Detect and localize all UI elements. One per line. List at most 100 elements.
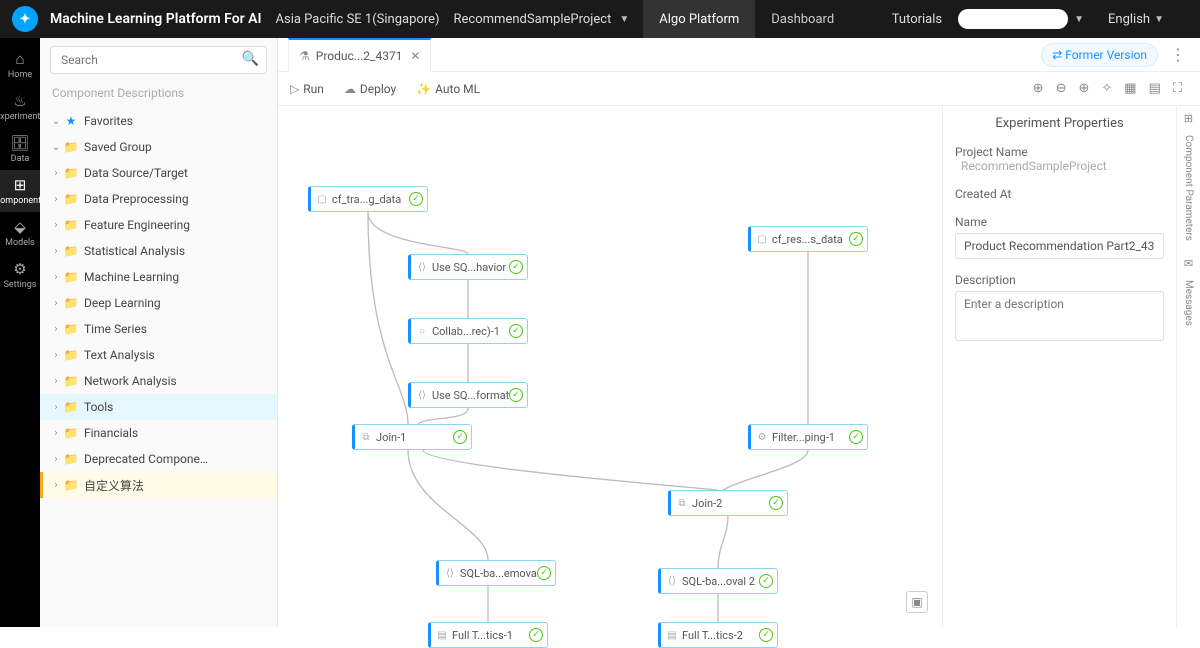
chevron-right-icon: › bbox=[50, 454, 62, 465]
rail-settings[interactable]: ⚙Settings bbox=[0, 254, 40, 296]
node-join-1[interactable]: ⧉Join-1✓ bbox=[352, 424, 472, 450]
workflow-canvas[interactable]: ▢cf_tra...g_data✓ ⟨⟩Use SQ...havior✓ ○Co… bbox=[278, 106, 942, 627]
more-icon[interactable]: ⋮ bbox=[1166, 45, 1190, 64]
experiment-tab[interactable]: ⚗ Produc...2_4371 ✕ bbox=[288, 38, 431, 72]
play-icon: ▷ bbox=[290, 82, 299, 96]
sidebar-item[interactable]: ›📁Network Analysis bbox=[40, 368, 277, 394]
name-input[interactable] bbox=[955, 233, 1164, 259]
chevron-right-icon: › bbox=[50, 402, 62, 413]
panel-title: Experiment Properties bbox=[955, 116, 1164, 131]
sidebar-item-label: Tools bbox=[84, 400, 113, 414]
node-sql-removal[interactable]: ⟨⟩SQL-ba...emoval✓ bbox=[436, 560, 556, 586]
folder-icon: 📁 bbox=[62, 166, 80, 180]
status-success-icon: ✓ bbox=[759, 574, 773, 588]
sparkle-icon[interactable]: ✧ bbox=[1101, 81, 1112, 96]
grid-icon[interactable]: ▤ bbox=[1149, 81, 1161, 96]
node-join-2[interactable]: ⧉Join-2✓ bbox=[668, 490, 788, 516]
sidebar-item-label: Deep Learning bbox=[84, 296, 161, 310]
created-at-label: Created At bbox=[955, 187, 1164, 201]
fullscreen-icon[interactable]: ⛶ bbox=[1173, 81, 1182, 96]
folder-icon: 📁 bbox=[62, 296, 80, 310]
sidebar-item[interactable]: ›📁Data Preprocessing bbox=[40, 186, 277, 212]
zoom-out-icon[interactable]: ⊖ bbox=[1056, 81, 1067, 96]
close-icon[interactable]: ✕ bbox=[410, 49, 420, 63]
sidebar-item[interactable]: ›📁 Deprecated Compone… bbox=[40, 446, 277, 472]
rail-home[interactable]: ⌂Home bbox=[0, 44, 40, 86]
chevron-right-icon: › bbox=[50, 194, 62, 205]
project-name-value: RecommendSampleProject bbox=[961, 159, 1107, 173]
nav-algo-platform[interactable]: Algo Platform bbox=[643, 0, 755, 38]
node-cf-training-data[interactable]: ▢cf_tra...g_data✓ bbox=[308, 186, 428, 212]
folder-icon: 📁 bbox=[62, 348, 80, 362]
database-icon: 🗄 bbox=[10, 134, 29, 152]
layout-icon[interactable]: ▦ bbox=[1124, 81, 1136, 96]
sidebar-item-label: Data Source/Target bbox=[84, 166, 188, 180]
params-icon: ⊞ bbox=[1184, 112, 1193, 125]
status-success-icon: ✓ bbox=[849, 430, 863, 444]
chevron-down-icon: ▼ bbox=[1074, 14, 1084, 25]
search-icon[interactable]: 🔍 bbox=[242, 51, 259, 67]
top-bar: ✦ Machine Learning Platform For AI Asia … bbox=[0, 0, 1200, 38]
node-collab-rec[interactable]: ○Collab...rec)-1✓ bbox=[408, 318, 528, 344]
sidebar-item-label: Deprecated Compone… bbox=[84, 452, 208, 466]
folder-icon: 📁 bbox=[62, 426, 80, 440]
zoom-in-icon[interactable]: ⊕ bbox=[1033, 81, 1044, 96]
swap-icon: ⇄ bbox=[1052, 48, 1065, 62]
node-sql-format[interactable]: ⟨⟩Use SQ...format✓ bbox=[408, 382, 528, 408]
sidebar-item[interactable]: ›📁Deep Learning bbox=[40, 290, 277, 316]
globe-icon[interactable]: ⊕ bbox=[1078, 81, 1089, 96]
status-success-icon: ✓ bbox=[509, 260, 523, 274]
language-selector[interactable]: English ▼ bbox=[1108, 12, 1178, 27]
sidebar-item[interactable]: ›📁Text Analysis bbox=[40, 342, 277, 368]
folder-icon: 📁 bbox=[62, 452, 80, 466]
tab-messages[interactable]: Messages bbox=[1183, 272, 1194, 334]
rail-components[interactable]: ⊞Components bbox=[0, 170, 40, 212]
rail-models[interactable]: ⬙Models bbox=[0, 212, 40, 254]
sql-icon: ⟨⟩ bbox=[665, 576, 679, 587]
status-success-icon: ✓ bbox=[529, 628, 543, 642]
former-version-button[interactable]: ⇄ Former Version bbox=[1041, 43, 1158, 67]
region-selector[interactable]: Asia Pacific SE 1(Singapore) bbox=[276, 12, 440, 27]
nav-tutorials[interactable]: Tutorials bbox=[892, 12, 942, 27]
component-sidebar: 🔍 Component Descriptions ⌄★Favorites⌄📁Sa… bbox=[40, 38, 278, 627]
rail-experiments[interactable]: ♨Experiments bbox=[0, 86, 40, 128]
node-sql-behavior[interactable]: ⟨⟩Use SQ...havior✓ bbox=[408, 254, 528, 280]
properties-panel: Experiment Properties Project Name Recom… bbox=[942, 106, 1176, 627]
stats-icon: ▤ bbox=[665, 630, 679, 641]
sidebar-item[interactable]: ›📁Financials bbox=[40, 420, 277, 446]
sidebar-item-label: Network Analysis bbox=[84, 374, 177, 388]
description-label: Description bbox=[955, 273, 1164, 287]
rail-data[interactable]: 🗄Data bbox=[0, 128, 40, 170]
search-input[interactable] bbox=[50, 46, 267, 74]
run-button[interactable]: ▷Run bbox=[290, 82, 324, 96]
user-menu[interactable] bbox=[958, 9, 1068, 29]
tab-component-parameters[interactable]: Component Parameters bbox=[1183, 127, 1194, 249]
sidebar-item-label: Favorites bbox=[84, 114, 133, 128]
project-selector[interactable]: RecommendSampleProject ▼ bbox=[454, 12, 644, 27]
sidebar-item[interactable]: ⌄📁Saved Group bbox=[40, 134, 277, 160]
sidebar-item[interactable]: ›📁Data Source/Target bbox=[40, 160, 277, 186]
star-icon: ★ bbox=[62, 114, 80, 128]
sidebar-item[interactable]: ›📁自定义算法 bbox=[40, 472, 277, 498]
sidebar-item[interactable]: ⌄★Favorites bbox=[40, 108, 277, 134]
sidebar-item[interactable]: ›📁Tools bbox=[40, 394, 277, 420]
sidebar-item[interactable]: ›📁Time Series bbox=[40, 316, 277, 342]
sidebar-item[interactable]: ›📁Machine Learning bbox=[40, 264, 277, 290]
node-sql-removal-2[interactable]: ⟨⟩SQL-ba...oval 2✓ bbox=[658, 568, 778, 594]
sidebar-item-label: Machine Learning bbox=[84, 270, 179, 284]
node-full-table-2[interactable]: ▤Full T...tics-2✓ bbox=[658, 622, 778, 648]
description-input[interactable] bbox=[955, 291, 1164, 341]
node-full-table-1[interactable]: ▤Full T...tics-1✓ bbox=[428, 622, 548, 648]
minimap-icon[interactable]: ▣ bbox=[906, 591, 928, 613]
sidebar-item[interactable]: ›📁Statistical Analysis bbox=[40, 238, 277, 264]
sidebar-item[interactable]: ›📁Feature Engineering bbox=[40, 212, 277, 238]
node-cf-result-data[interactable]: ▢cf_res...s_data✓ bbox=[748, 226, 868, 252]
sidebar-item-label: Statistical Analysis bbox=[84, 244, 185, 258]
spark-icon: ✨ bbox=[416, 82, 431, 96]
automl-button[interactable]: ✨Auto ML bbox=[416, 82, 480, 96]
sidebar-header: Component Descriptions bbox=[40, 82, 277, 108]
deploy-button[interactable]: ☁Deploy bbox=[344, 82, 396, 96]
node-filter-mapping[interactable]: ⚙Filter...ping-1✓ bbox=[748, 424, 868, 450]
nav-dashboard[interactable]: Dashboard bbox=[755, 0, 850, 38]
folder-icon: 📁 bbox=[62, 374, 80, 388]
